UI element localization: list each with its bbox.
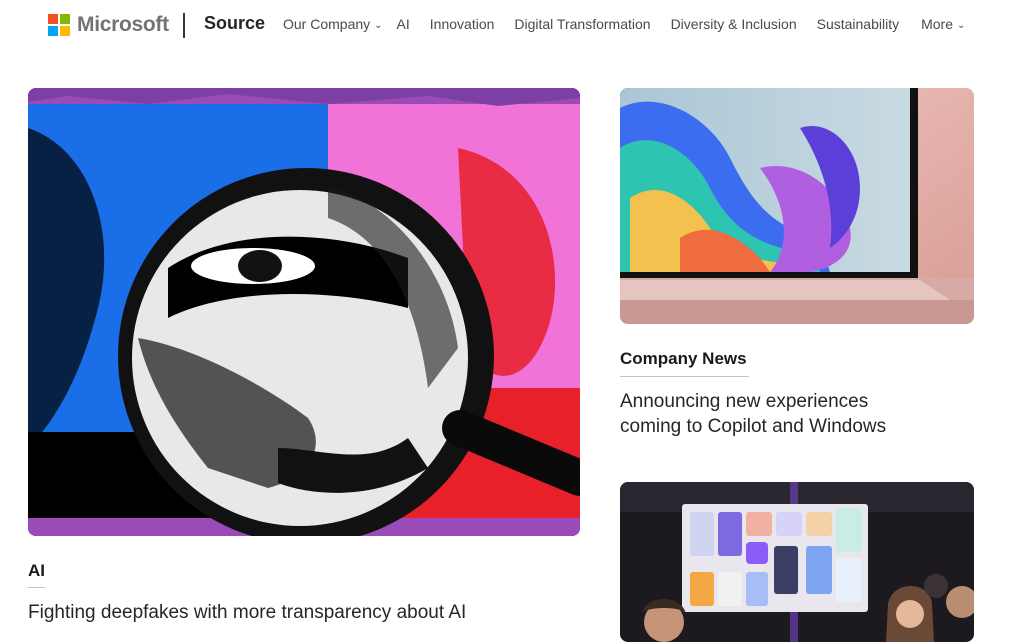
header-divider (183, 13, 185, 38)
side-story-top-category[interactable]: Company News (620, 349, 747, 369)
brand-name: Microsoft (77, 13, 169, 36)
chevron-down-icon: ⌄ (374, 19, 383, 31)
featured-story-category[interactable]: AI (28, 561, 45, 581)
app-display-photo (620, 482, 974, 642)
nav-more[interactable]: More ⌄ (921, 16, 965, 32)
nav-our-company[interactable]: Our Company ⌄ (283, 16, 383, 32)
side-story-top-headline[interactable]: Announcing new experiences coming to Cop… (620, 389, 920, 439)
nav-sustainability[interactable]: Sustainability (817, 16, 900, 32)
nav-label: Diversity & Inclusion (670, 16, 797, 32)
nav-label: Innovation (429, 16, 495, 32)
nav-label: AI (396, 16, 410, 32)
nav-label: More (921, 16, 954, 32)
featured-story-headline[interactable]: Fighting deepfakes with more transparenc… (28, 600, 580, 625)
microsoft-logo-icon (48, 14, 70, 36)
side-story-top-image[interactable] (620, 88, 974, 324)
chevron-down-icon: ⌄ (957, 19, 966, 31)
side-story-bottom-image[interactable] (620, 482, 974, 642)
nav-ai[interactable]: AI (397, 16, 410, 32)
nav-innovation[interactable]: Innovation (430, 16, 495, 32)
main-nav: Our Company ⌄ AI Innovation Digital Tran… (283, 16, 965, 32)
category-underline (620, 376, 749, 377)
nav-label: Sustainability (816, 16, 900, 32)
deepfake-illustration (28, 88, 580, 536)
nav-diversity-inclusion[interactable]: Diversity & Inclusion (671, 16, 797, 32)
featured-story-image[interactable] (28, 88, 580, 536)
site-name-link[interactable]: Source (204, 13, 265, 34)
nav-digital-transformation[interactable]: Digital Transformation (514, 16, 650, 32)
microsoft-logo[interactable]: Microsoft (48, 13, 169, 37)
laptop-bloom-illustration (620, 88, 974, 324)
nav-label: Digital Transformation (514, 16, 651, 32)
category-underline (28, 587, 45, 588)
nav-label: Our Company (283, 16, 371, 32)
site-header: Microsoft Source Our Company ⌄ AI Innova… (0, 0, 1024, 50)
